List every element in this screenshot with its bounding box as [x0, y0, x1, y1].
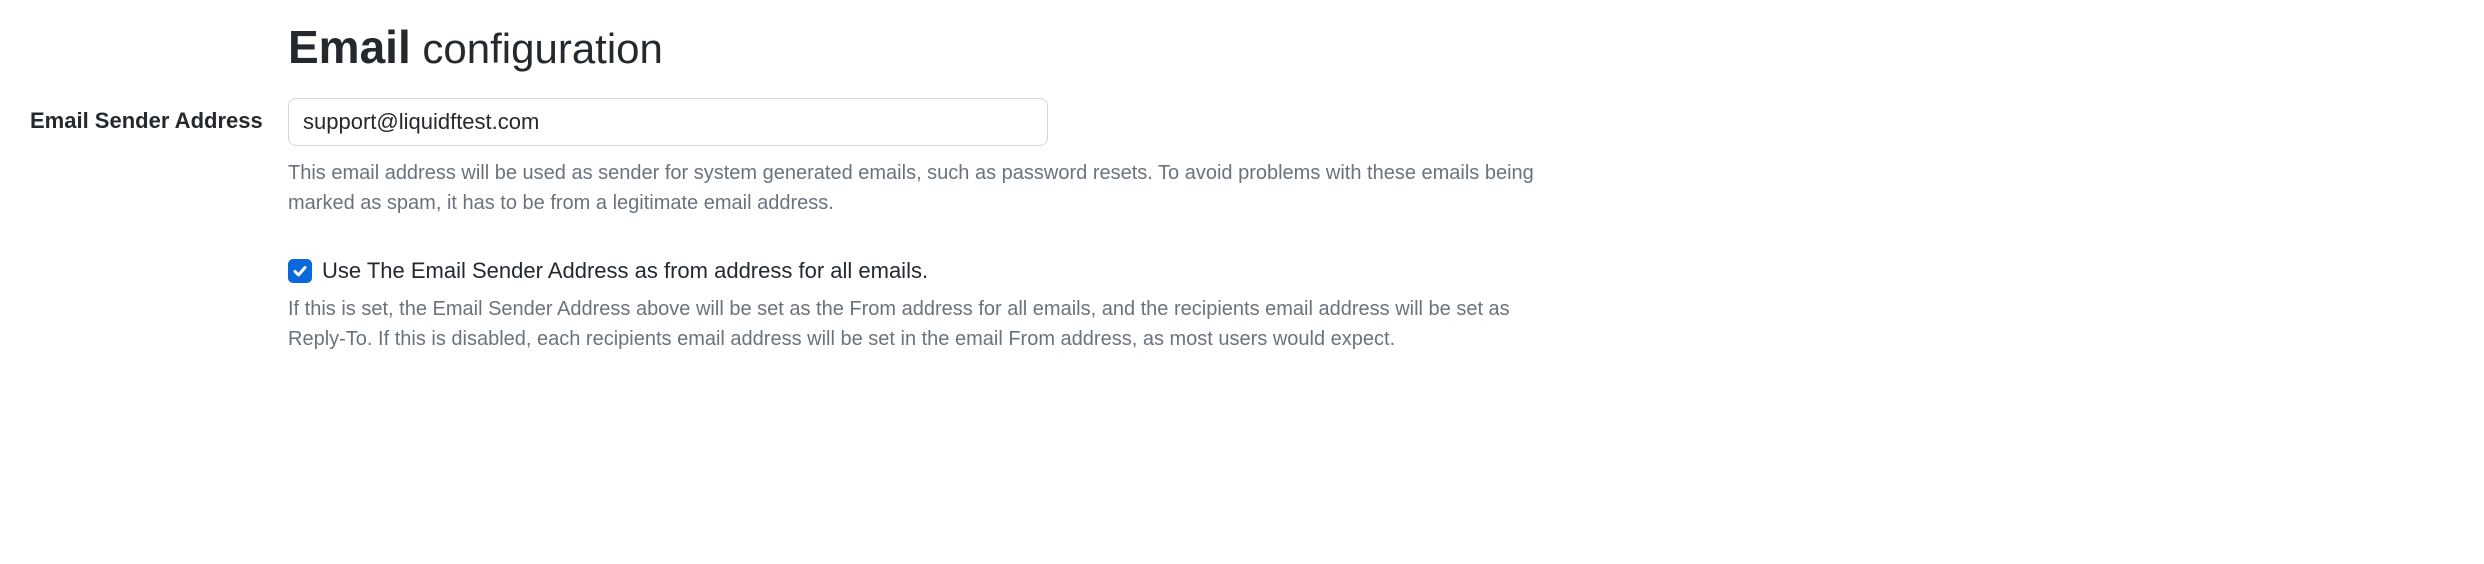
sender-address-input[interactable] [288, 98, 1048, 146]
use-as-from-label: Use The Email Sender Address as from add… [322, 258, 928, 284]
use-as-from-help: If this is set, the Email Sender Address… [288, 294, 1568, 354]
page-title: Email configuration [288, 20, 2454, 74]
heading-regular: configuration [411, 25, 663, 72]
use-as-from-row: Use The Email Sender Address as from add… [288, 258, 1568, 284]
email-config-section: Email configuration Email Sender Address… [30, 20, 2454, 354]
sender-address-row: Email Sender Address This email address … [30, 98, 2454, 218]
use-as-from-section: Use The Email Sender Address as from add… [288, 258, 1568, 354]
sender-address-content: This email address will be used as sende… [288, 98, 1568, 218]
use-as-from-checkbox[interactable] [288, 259, 312, 283]
heading-bold: Email [288, 21, 411, 73]
sender-address-label: Email Sender Address [30, 98, 288, 134]
check-icon [292, 263, 308, 279]
sender-address-help: This email address will be used as sende… [288, 158, 1568, 218]
